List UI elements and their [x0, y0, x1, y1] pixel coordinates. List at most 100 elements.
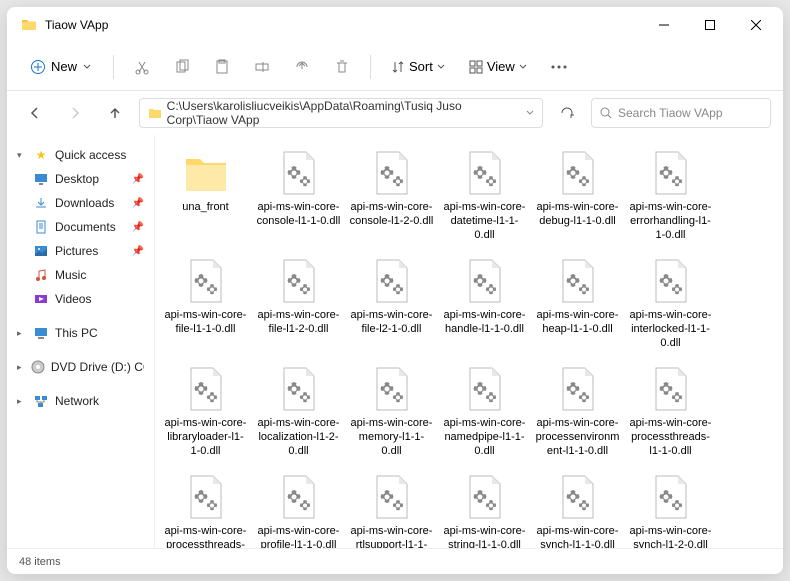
cut-button[interactable]	[124, 49, 160, 85]
file-item[interactable]: api-ms-win-core-debug-l1-1-0.dll	[531, 143, 624, 251]
more-button[interactable]	[541, 49, 577, 85]
sidebar-item-music[interactable]: Music	[7, 263, 154, 287]
view-icon	[469, 60, 483, 74]
minimize-button[interactable]	[641, 9, 687, 41]
file-name: una_front	[180, 201, 230, 215]
status-bar: 48 items	[7, 548, 783, 574]
dll-file-icon	[459, 363, 511, 415]
file-item[interactable]: api-ms-win-core-localization-l1-2-0.dll	[252, 359, 345, 467]
address-path[interactable]: C:\Users\karolisliucveikis\AppData\Roami…	[139, 98, 543, 128]
sidebar-item-documents[interactable]: Documents📌	[7, 215, 154, 239]
file-item[interactable]: api-ms-win-core-interlocked-l1-1-0.dll	[624, 251, 717, 359]
music-icon	[33, 267, 49, 283]
file-item[interactable]: api-ms-win-core-namedpipe-l1-1-0.dll	[438, 359, 531, 467]
titlebar[interactable]: Tiaow VApp	[7, 7, 783, 43]
sort-button[interactable]: Sort	[381, 53, 455, 80]
new-button[interactable]: New	[19, 53, 103, 80]
copy-button[interactable]	[164, 49, 200, 85]
back-button[interactable]	[19, 97, 51, 129]
dll-file-icon	[366, 363, 418, 415]
file-name: api-ms-win-core-memory-l1-1-0.dll	[347, 417, 436, 458]
file-item[interactable]: api-ms-win-core-datetime-l1-1-0.dll	[438, 143, 531, 251]
forward-button[interactable]	[59, 97, 91, 129]
file-item[interactable]: api-ms-win-core-file-l2-1-0.dll	[345, 251, 438, 359]
sidebar-item-desktop[interactable]: Desktop📌	[7, 167, 154, 191]
view-button[interactable]: View	[459, 53, 537, 80]
dll-file-icon	[645, 363, 697, 415]
dll-file-icon	[273, 147, 325, 199]
file-view[interactable]: una_front api-ms-win-core-console-l1-1-0.…	[155, 135, 783, 548]
file-name: api-ms-win-core-localization-l1-2-0.dll	[254, 417, 343, 458]
file-item[interactable]: api-ms-win-core-libraryloader-l1-1-0.dll	[159, 359, 252, 467]
sidebar-item-this-pc[interactable]: ▸This PC	[7, 321, 154, 345]
file-item[interactable]: api-ms-win-core-console-l1-1-0.dll	[252, 143, 345, 251]
sidebar-item-pictures[interactable]: Pictures📌	[7, 239, 154, 263]
dll-file-icon	[645, 471, 697, 523]
share-button[interactable]	[284, 49, 320, 85]
file-item[interactable]: api-ms-win-core-processthreads-l1-1-0.dl…	[624, 359, 717, 467]
sidebar-item-downloads[interactable]: Downloads📌	[7, 191, 154, 215]
file-item[interactable]: api-ms-win-core-synch-l1-2-0.dll	[624, 467, 717, 548]
file-item[interactable]: api-ms-win-core-handle-l1-1-0.dll	[438, 251, 531, 359]
chevron-down-icon	[437, 63, 445, 71]
network-icon	[33, 393, 49, 409]
file-item[interactable]: api-ms-win-core-errorhandling-l1-1-0.dll	[624, 143, 717, 251]
file-item[interactable]: api-ms-win-core-processthreads-l1-1-1.dl…	[159, 467, 252, 548]
search-input[interactable]: Search Tiaow VApp	[591, 98, 771, 128]
file-name: api-ms-win-core-synch-l1-2-0.dll	[626, 525, 715, 548]
navigation-pane: ▾★Quick access Desktop📌 Downloads📌 Docum…	[7, 135, 155, 548]
dll-file-icon	[645, 147, 697, 199]
file-item[interactable]: api-ms-win-core-string-l1-1-0.dll	[438, 467, 531, 548]
item-count: 48 items	[19, 556, 61, 568]
file-name: api-ms-win-core-synch-l1-1-0.dll	[533, 525, 622, 548]
dll-file-icon	[273, 471, 325, 523]
view-label: View	[487, 59, 515, 74]
file-item[interactable]: api-ms-win-core-processenvironment-l1-1-…	[531, 359, 624, 467]
sidebar-item-quick-access[interactable]: ▾★Quick access	[7, 143, 154, 167]
file-name: api-ms-win-core-processthreads-l1-1-0.dl…	[626, 417, 715, 458]
folder-icon	[180, 147, 232, 199]
pin-icon: 📌	[132, 198, 144, 209]
chevron-down-icon[interactable]	[526, 106, 534, 120]
file-item[interactable]: api-ms-win-core-profile-l1-1-0.dll	[252, 467, 345, 548]
folder-icon	[148, 106, 161, 120]
sidebar-item-videos[interactable]: Videos	[7, 287, 154, 311]
up-button[interactable]	[99, 97, 131, 129]
file-item[interactable]: api-ms-win-core-file-l1-2-0.dll	[252, 251, 345, 359]
file-name: api-ms-win-core-string-l1-1-0.dll	[440, 525, 529, 548]
paste-button[interactable]	[204, 49, 240, 85]
file-name: api-ms-win-core-file-l1-1-0.dll	[161, 309, 250, 337]
close-button[interactable]	[733, 9, 779, 41]
dll-file-icon	[180, 255, 232, 307]
sidebar-item-dvd[interactable]: ▸DVD Drive (D:) CCCC	[7, 355, 154, 379]
maximize-button[interactable]	[687, 9, 733, 41]
file-item[interactable]: api-ms-win-core-console-l1-2-0.dll	[345, 143, 438, 251]
file-item[interactable]: api-ms-win-core-file-l1-1-0.dll	[159, 251, 252, 359]
dll-file-icon	[552, 363, 604, 415]
dll-file-icon	[459, 147, 511, 199]
file-name: api-ms-win-core-processenvironment-l1-1-…	[533, 417, 622, 458]
dll-file-icon	[552, 255, 604, 307]
dll-file-icon	[366, 147, 418, 199]
file-name: api-ms-win-core-console-l1-1-0.dll	[254, 201, 343, 229]
file-name: api-ms-win-core-interlocked-l1-1-0.dll	[626, 309, 715, 350]
sort-icon	[391, 60, 405, 74]
address-bar: C:\Users\karolisliucveikis\AppData\Roami…	[7, 91, 783, 135]
file-item[interactable]: api-ms-win-core-synch-l1-1-0.dll	[531, 467, 624, 548]
sidebar-item-network[interactable]: ▸Network	[7, 389, 154, 413]
pin-icon: 📌	[132, 222, 144, 233]
file-item[interactable]: api-ms-win-core-memory-l1-1-0.dll	[345, 359, 438, 467]
rename-button[interactable]	[244, 49, 280, 85]
path-text: C:\Users\karolisliucveikis\AppData\Roami…	[167, 99, 520, 127]
file-item[interactable]: api-ms-win-core-heap-l1-1-0.dll	[531, 251, 624, 359]
chevron-down-icon	[83, 63, 91, 71]
refresh-button[interactable]	[551, 97, 583, 129]
dll-file-icon	[273, 255, 325, 307]
dll-file-icon	[366, 471, 418, 523]
file-name: api-ms-win-core-handle-l1-1-0.dll	[440, 309, 529, 337]
file-item[interactable]: api-ms-win-core-rtlsupport-l1-1-0.dll	[345, 467, 438, 548]
folder-item[interactable]: una_front	[159, 143, 252, 251]
delete-button[interactable]	[324, 49, 360, 85]
pin-icon: 📌	[132, 174, 144, 185]
dll-file-icon	[552, 471, 604, 523]
